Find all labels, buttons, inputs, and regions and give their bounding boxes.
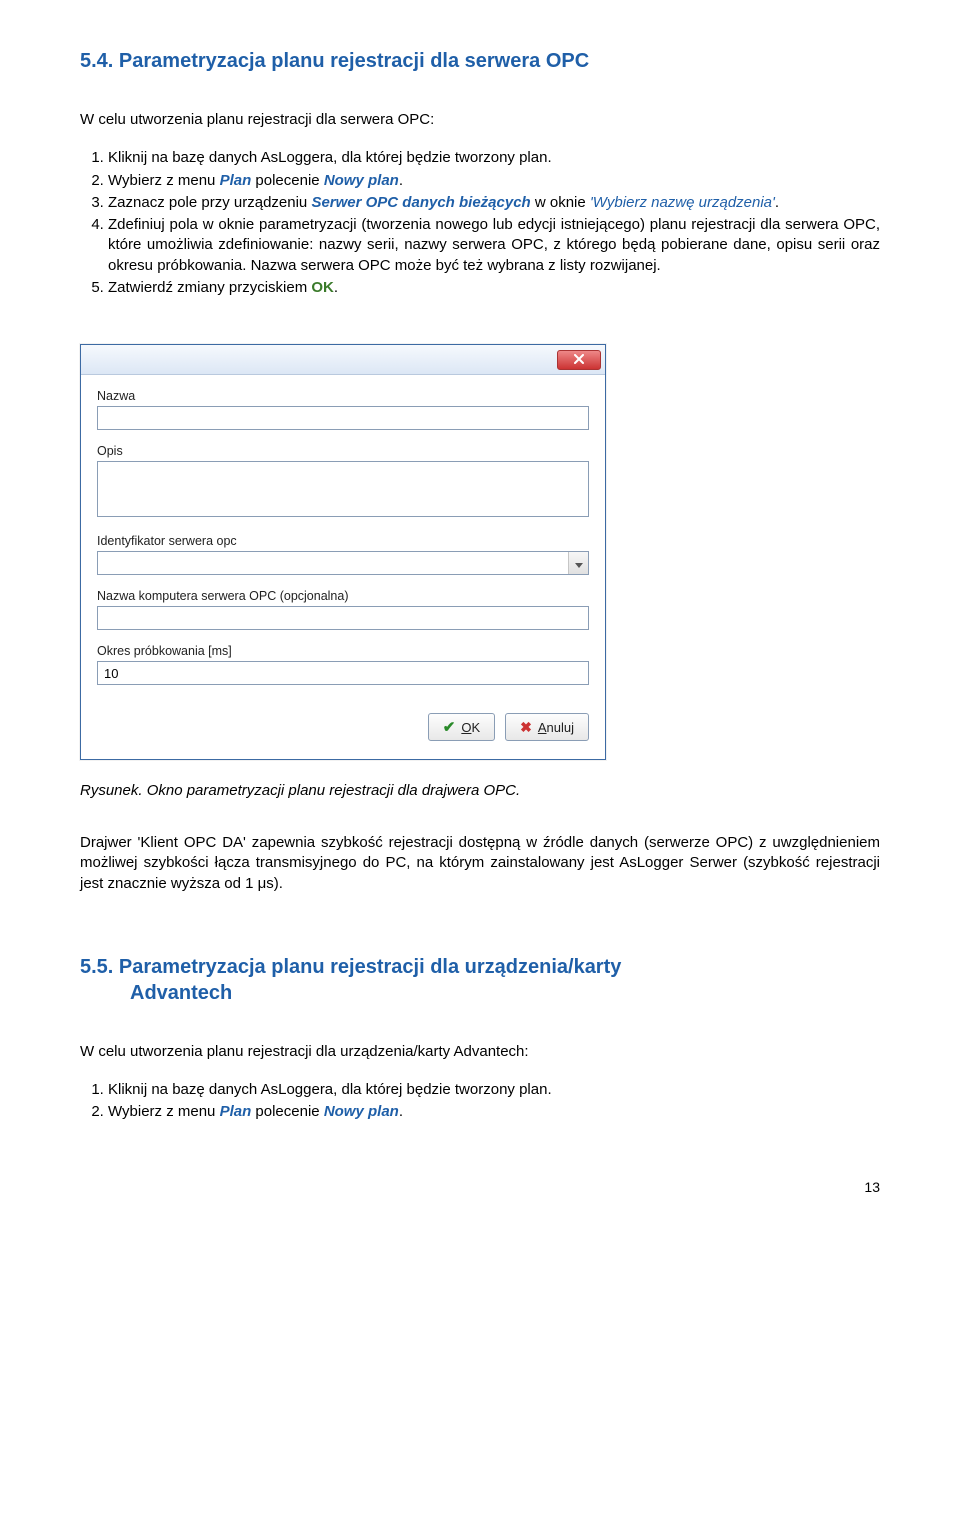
close-icon [574,352,584,367]
section-5-4-heading: 5.4. Parametryzacja planu rejestracji dl… [80,48,880,74]
cancel-button[interactable]: ✖ Anuluj [505,713,589,741]
section-5-5-intro: W celu utworzenia planu rejestracji dla … [80,1042,880,1062]
s2-step-2: Wybierz z menu Plan polecenie Nowy plan. [108,1102,880,1122]
step-3: Zaznacz pole przy urządzeniu Serwer OPC … [108,193,880,213]
step-5: Zatwierdź zmiany przyciskiem OK. [108,278,880,298]
combo-dropdown-button[interactable] [568,552,588,574]
page-number: 13 [80,1179,880,1195]
figure-caption: Rysunek. Okno parametryzacji planu rejes… [80,782,880,799]
section-5-4-intro: W celu utworzenia planu rejestracji dla … [80,110,880,130]
ok-button[interactable]: ✔ OK [428,713,495,741]
cancel-button-label: Anuluj [538,720,574,735]
step-2: Wybierz z menu Plan polecenie Nowy plan. [108,171,880,191]
chevron-down-icon [575,556,583,571]
dialog-screenshot: Nazwa Opis Identyfikator serwera opc [80,344,880,760]
cancel-icon: ✖ [520,719,532,736]
input-okres[interactable] [97,661,589,685]
input-nazwa[interactable] [97,406,589,430]
section-5-4-steps: Kliknij na bazę danych AsLoggera, dla kt… [108,148,880,298]
dialog-body: Nazwa Opis Identyfikator serwera opc [81,375,605,759]
close-button[interactable] [557,350,601,370]
label-nazwa: Nazwa [97,389,589,403]
input-komputer[interactable] [97,606,589,630]
ok-button-label: OK [461,720,480,735]
driver-note: Drajwer 'Klient OPC DA' zapewnia szybkoś… [80,833,880,894]
input-opis[interactable] [97,461,589,517]
section-5-5-heading: 5.5. Parametryzacja planu rejestracji dl… [80,954,880,1006]
section-5-5-steps: Kliknij na bazę danych AsLoggera, dla kt… [108,1080,880,1123]
check-icon: ✔ [443,718,456,736]
step-4: Zdefiniuj pola w oknie parametryzacji (t… [108,215,880,276]
input-ident-opc[interactable] [97,551,589,575]
label-komputer: Nazwa komputera serwera OPC (opcjonalna) [97,589,589,603]
label-ident: Identyfikator serwera opc [97,534,589,548]
label-opis: Opis [97,444,589,458]
opc-param-dialog: Nazwa Opis Identyfikator serwera opc [80,344,606,760]
s2-step-1: Kliknij na bazę danych AsLoggera, dla kt… [108,1080,880,1100]
dialog-titlebar [81,345,605,375]
label-okres: Okres próbkowania [ms] [97,644,589,658]
step-1: Kliknij na bazę danych AsLoggera, dla kt… [108,148,880,168]
